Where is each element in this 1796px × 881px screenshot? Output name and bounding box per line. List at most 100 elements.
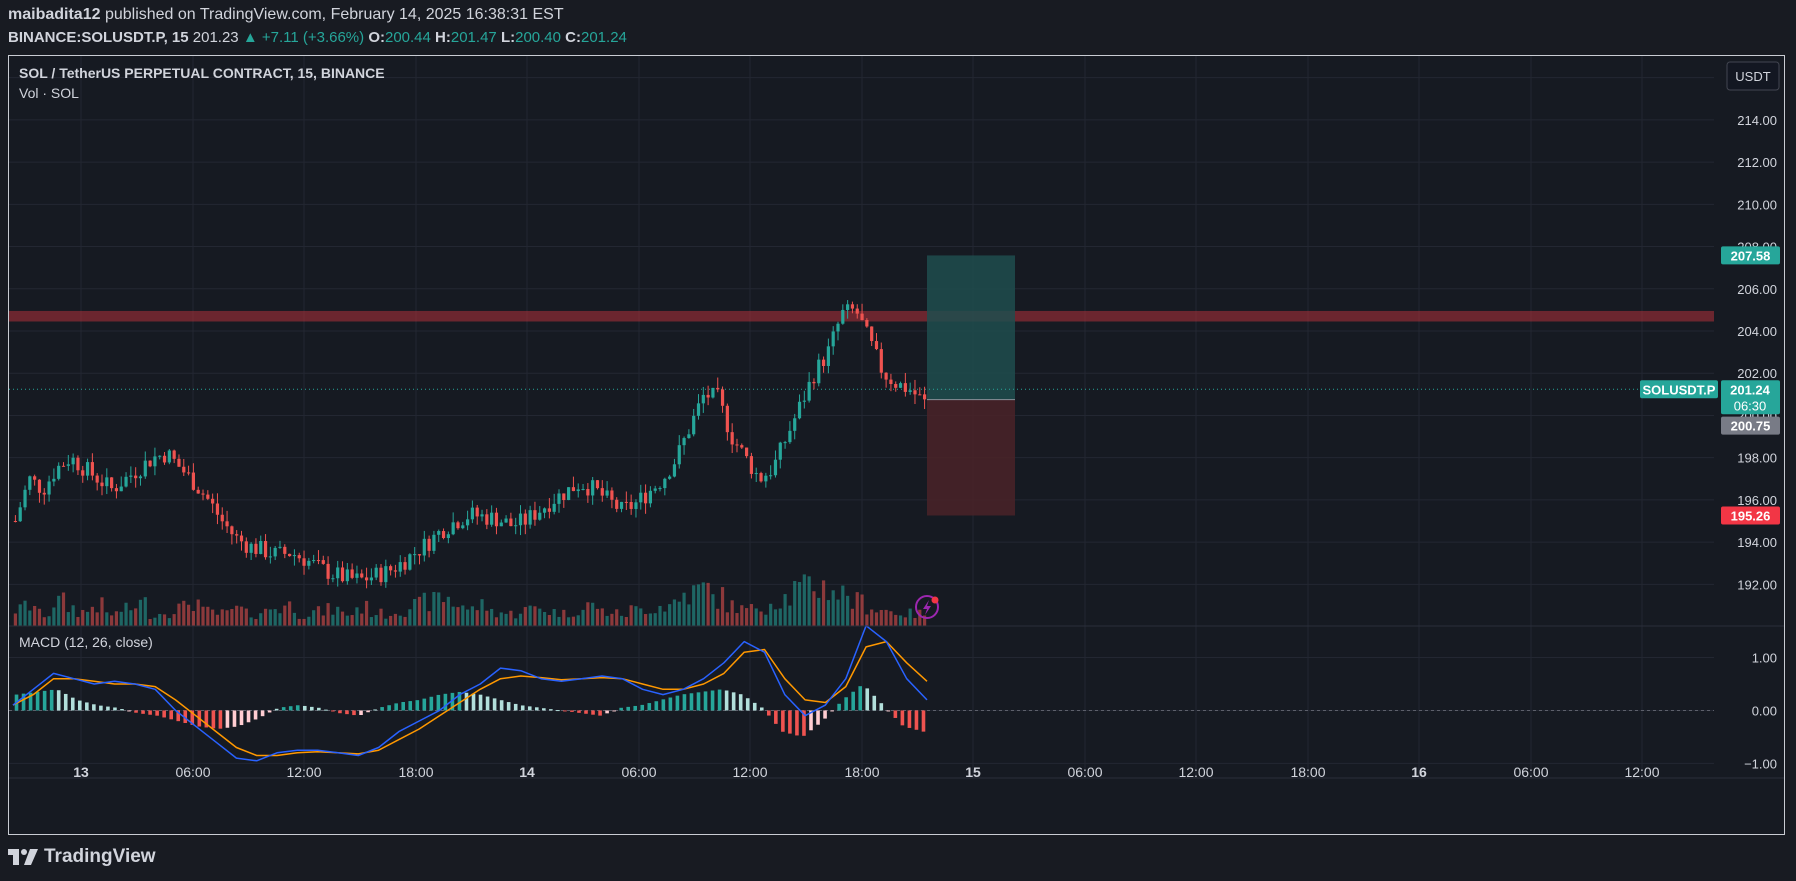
time-tick-label: 18:00 — [398, 764, 433, 780]
volume-bar — [321, 615, 325, 626]
candle-body — [124, 476, 128, 487]
volume-bar — [658, 605, 662, 626]
candle-body — [720, 389, 725, 406]
macd-histogram-bar — [422, 698, 427, 711]
candle-body — [595, 480, 600, 489]
volume-bar — [85, 611, 90, 626]
candle-body — [312, 560, 316, 562]
macd-histogram-bar — [900, 710, 905, 726]
volume-bar — [812, 591, 816, 626]
volume-bar — [76, 616, 80, 626]
macd-histogram-bar — [366, 710, 370, 713]
volume-bar — [28, 610, 32, 626]
macd-histogram-bar — [682, 694, 687, 711]
candle-body — [783, 442, 787, 444]
candle-body — [788, 430, 792, 443]
volume-bar — [331, 614, 335, 626]
candle-body — [711, 387, 715, 398]
candle-body — [28, 476, 32, 490]
candle-body — [778, 442, 782, 460]
macd-histogram-bar — [893, 710, 898, 718]
publish-line: maibadita12 published on TradingView.com… — [8, 6, 564, 24]
volume-bar — [802, 574, 806, 626]
candle-body — [581, 488, 585, 490]
macd-histogram-bar — [865, 688, 870, 711]
price-tick-label: 194.00 — [1737, 535, 1777, 550]
price-chart[interactable]: 1.000.00−1.00 216.00214.00212.00210.0020… — [9, 56, 1785, 835]
candle-body — [220, 514, 224, 522]
candle-body — [759, 473, 763, 482]
volume-bar — [518, 613, 523, 626]
tradingview-logo[interactable]: TradingView — [8, 846, 156, 868]
candle-body — [47, 481, 51, 495]
candle-body — [249, 543, 253, 553]
macd-histogram-bar — [394, 703, 398, 711]
volume-bar — [552, 609, 556, 626]
candle-body — [33, 476, 37, 480]
candle-body — [692, 415, 696, 435]
macd-histogram-bar — [851, 691, 855, 711]
candle-body — [292, 555, 297, 557]
candle-body — [244, 541, 248, 553]
volume-bar — [379, 608, 383, 626]
author-name[interactable]: maibadita12 — [8, 6, 100, 23]
volume-bar — [66, 612, 70, 626]
macd-histogram-bar — [443, 693, 448, 711]
chart-container[interactable]: 1.000.00−1.00 216.00214.00212.00210.0020… — [8, 55, 1785, 835]
macd-histogram-bar — [373, 709, 377, 711]
candle-body — [514, 525, 518, 527]
volume-bar — [336, 606, 340, 626]
volume-bar — [745, 608, 749, 626]
close-label: C: — [565, 29, 581, 46]
macd-histogram-bar — [295, 705, 300, 711]
macd-histogram-bar — [823, 710, 827, 719]
time-tick-label: 13 — [73, 764, 89, 780]
volume-bar — [81, 609, 85, 626]
volume-bar — [235, 605, 239, 626]
candle-body — [624, 501, 628, 503]
volume-bar — [749, 604, 754, 626]
macd-histogram-bar — [759, 707, 764, 711]
macd-histogram-bar — [324, 709, 328, 711]
volume-bar — [874, 612, 879, 626]
volume-bar — [263, 608, 268, 626]
volume-bar — [653, 613, 657, 626]
volume-bar — [254, 619, 258, 626]
alert-icon[interactable] — [915, 595, 939, 619]
macd-histogram-bar — [520, 705, 525, 711]
volume-bar — [778, 608, 782, 626]
volume-bar — [162, 614, 167, 626]
volume-bar — [422, 592, 426, 626]
volume-bar — [783, 594, 787, 626]
macd-histogram-bar — [113, 707, 117, 711]
candle-body — [288, 553, 292, 557]
candle-body — [538, 512, 542, 520]
macd-histogram-bar — [633, 705, 638, 711]
candle-body — [18, 507, 22, 522]
macd-histogram-bar — [464, 692, 469, 711]
candle-body — [389, 566, 393, 571]
candle-body — [841, 309, 845, 324]
candle-body — [398, 562, 402, 572]
macd-histogram-bar — [155, 710, 159, 716]
currency-button[interactable]: USDT — [1726, 61, 1780, 91]
candle-body — [451, 522, 455, 535]
volume-bar — [826, 600, 830, 626]
candle-body — [918, 394, 922, 396]
volume-bar — [470, 606, 475, 626]
macd-histogram-bar — [661, 699, 666, 711]
volume-bar — [312, 610, 316, 626]
macd-histogram-bar — [640, 704, 645, 711]
candle-body — [745, 447, 749, 457]
loss-zone — [927, 399, 1015, 516]
candle-body — [523, 513, 527, 525]
time-axis[interactable]: 13 06:00 12:00 18:00 14 06:00 12:00 18:00 15 06:0… — [9, 764, 1785, 780]
candle-body — [432, 534, 436, 551]
macd-histogram-bar — [788, 710, 792, 734]
macd-histogram-bar — [63, 693, 68, 711]
macd-histogram-bar — [570, 710, 574, 712]
volume-bar — [326, 603, 330, 626]
volume-bar — [167, 618, 171, 626]
macd-histogram-bar — [767, 710, 771, 716]
candle-body — [749, 456, 754, 474]
